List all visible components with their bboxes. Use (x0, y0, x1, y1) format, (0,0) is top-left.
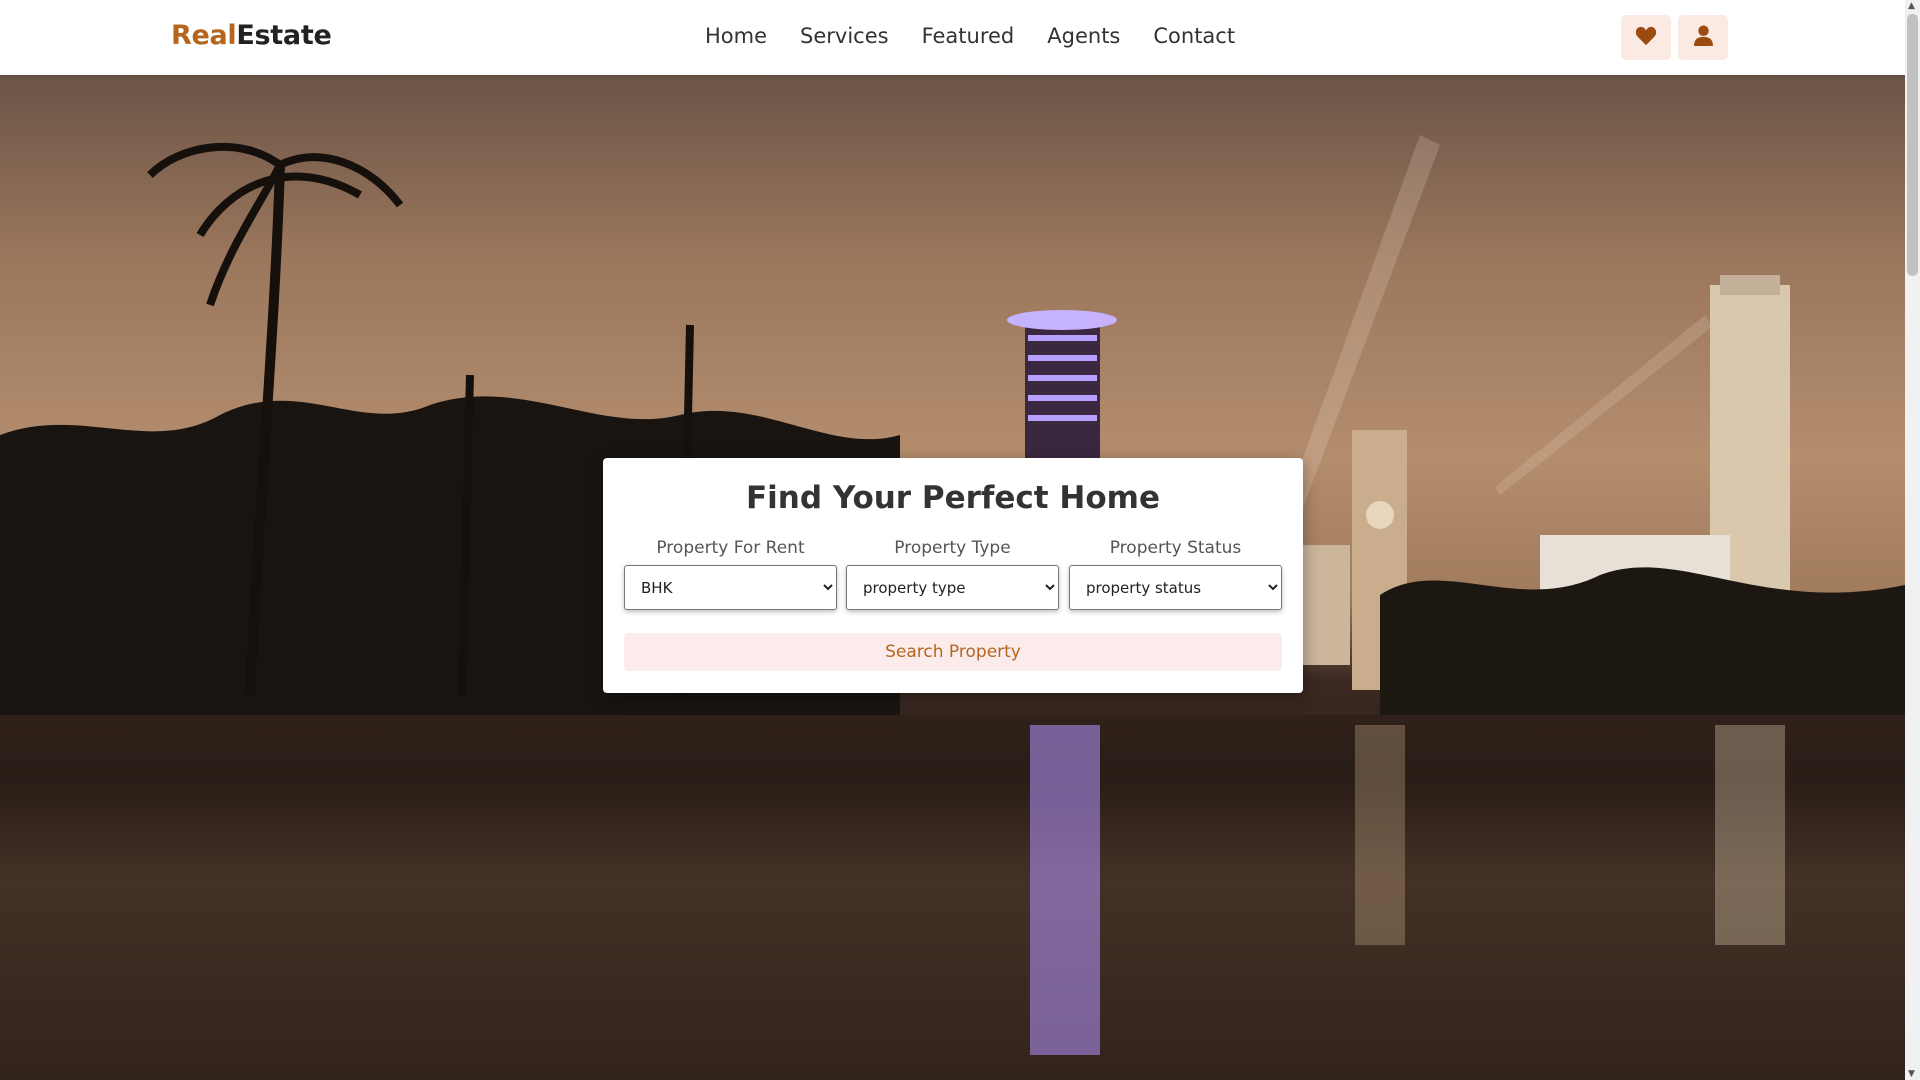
account-button[interactable] (1678, 15, 1728, 60)
nav-services[interactable]: Services (800, 24, 889, 48)
property-for-rent-label: Property For Rent (656, 538, 805, 558)
scroll-down-arrow-icon[interactable]: ▼ (1908, 1069, 1915, 1079)
property-status-field: Property Status property status (1069, 538, 1282, 610)
property-for-rent-select[interactable]: BHK (624, 565, 837, 610)
property-for-rent-field: Property For Rent BHK (624, 538, 837, 610)
user-icon (1693, 25, 1713, 50)
property-status-select[interactable]: property status (1069, 565, 1282, 610)
property-type-label: Property Type (894, 538, 1011, 558)
search-card: Find Your Perfect Home Property For Rent… (603, 458, 1303, 693)
site-logo[interactable]: RealEstate (171, 20, 332, 51)
main-nav: Home Services Featured Agents Contact (705, 24, 1235, 48)
favorites-button[interactable] (1621, 15, 1671, 60)
nav-featured[interactable]: Featured (922, 24, 1015, 48)
property-type-select[interactable]: property type (846, 565, 1059, 610)
search-title: Find Your Perfect Home (745, 480, 1160, 516)
logo-part-estate: Estate (236, 20, 332, 51)
page-scrollbar[interactable]: ▲ ▼ (1905, 0, 1920, 1080)
scroll-up-arrow-icon[interactable]: ▲ (1908, 1, 1915, 11)
logo-part-real: Real (171, 20, 237, 51)
site-header: RealEstate Home Services Featured Agents… (0, 0, 1905, 75)
property-status-label: Property Status (1109, 538, 1242, 558)
nav-agents[interactable]: Agents (1047, 24, 1120, 48)
scrollbar-thumb[interactable] (1907, 14, 1918, 276)
heart-icon (1635, 26, 1657, 50)
search-property-button[interactable]: Search Property (624, 633, 1282, 671)
property-type-field: Property Type property type (846, 538, 1059, 610)
nav-home[interactable]: Home (705, 24, 767, 48)
nav-contact[interactable]: Contact (1153, 24, 1235, 48)
